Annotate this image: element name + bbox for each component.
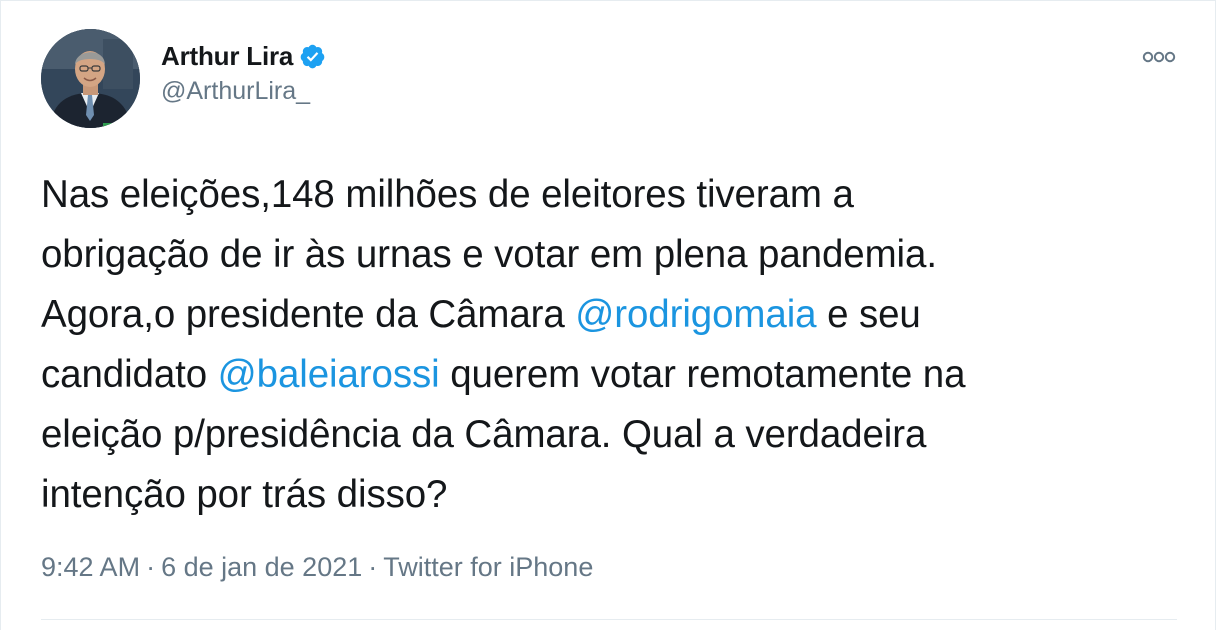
tweet-text-segment: candidato bbox=[41, 353, 218, 396]
mention-link[interactable]: @rodrigomaia bbox=[575, 293, 816, 336]
author-name[interactable]: Arthur Lira bbox=[161, 41, 293, 72]
author-block: Arthur Lira @ArthurLira_ bbox=[161, 39, 326, 106]
tweet-text-segment: e seu bbox=[816, 293, 921, 336]
tweet-card: Arthur Lira @ArthurLira_ Nas eleições,14… bbox=[0, 0, 1216, 630]
tweet-line: eleição p/presidência da Câmara. Qual a … bbox=[41, 413, 927, 456]
more-options-icon[interactable] bbox=[1139, 45, 1179, 69]
meta-separator: · bbox=[368, 552, 378, 582]
avatar[interactable] bbox=[41, 29, 140, 128]
tweet-source[interactable]: Twitter for iPhone bbox=[383, 552, 593, 582]
meta-separator: · bbox=[146, 552, 156, 582]
tweet-line: obrigação de ir às urnas e votar em plen… bbox=[41, 233, 937, 276]
author-handle[interactable]: @ArthurLira_ bbox=[161, 77, 326, 106]
verified-badge-icon bbox=[299, 43, 326, 70]
tweet-meta: 9:42 AM · 6 de jan de 2021 · Twitter for iPh… bbox=[41, 552, 593, 583]
mention-link[interactable]: @baleiarossi bbox=[218, 353, 440, 396]
tweet-line: Nas eleições,148 milhões de eleitores ti… bbox=[41, 173, 854, 216]
tweet-time[interactable]: 9:42 AM bbox=[41, 552, 140, 582]
divider bbox=[41, 619, 1177, 620]
name-row: Arthur Lira bbox=[161, 39, 326, 73]
tweet-date[interactable]: 6 de jan de 2021 bbox=[161, 552, 362, 582]
tweet-text-segment: querem votar remotamente na bbox=[439, 353, 966, 396]
tweet-text-segment: Agora,o presidente da Câmara bbox=[41, 293, 576, 336]
tweet-line: intenção por trás disso? bbox=[41, 473, 448, 516]
tweet-text: Nas eleições,148 milhões de eleitores ti… bbox=[41, 165, 1181, 525]
profile-photo-icon bbox=[41, 29, 140, 128]
